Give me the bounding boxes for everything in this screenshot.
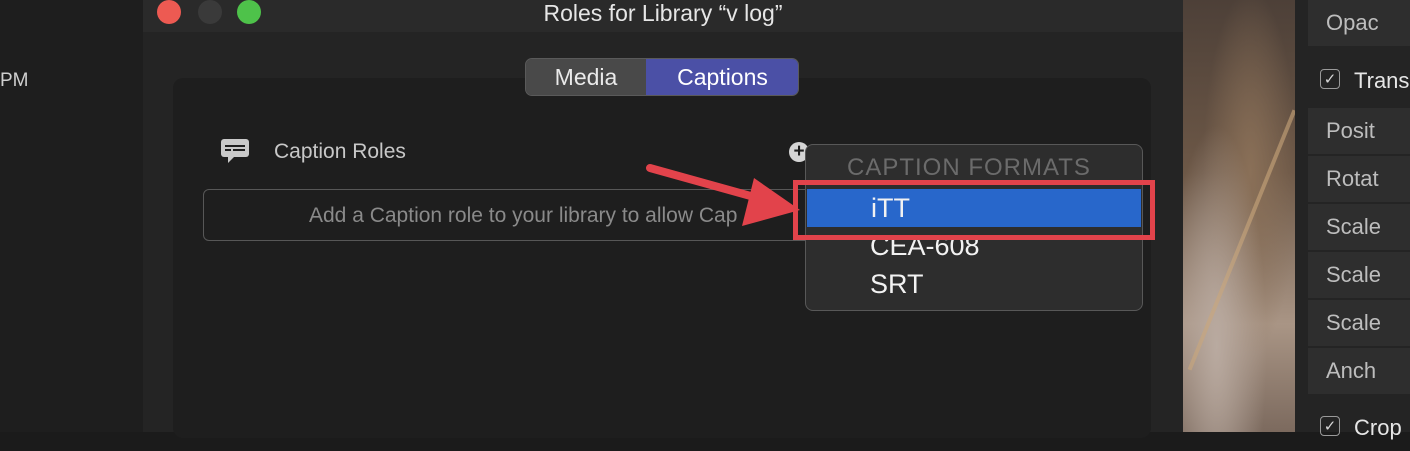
inspector-row-label: Scale — [1326, 262, 1382, 287]
tab-media[interactable]: Media — [526, 59, 646, 95]
tab-control: Media Captions — [525, 58, 799, 96]
inspector-row-label: Anch — [1326, 358, 1377, 383]
checkbox-icon[interactable]: ✓ — [1320, 69, 1340, 89]
window-title: Roles for Library “v log” — [543, 0, 783, 26]
inspector-row-label: Rotat — [1326, 166, 1379, 191]
left-panel: PM — [0, 0, 143, 432]
inspector-row-label: Opac — [1326, 10, 1379, 35]
time-fragment: PM — [0, 70, 29, 91]
tab-captions[interactable]: Captions — [646, 59, 798, 95]
inspector-row-opacity[interactable]: Opac — [1308, 0, 1410, 47]
inspector-section-label: Crop — [1354, 415, 1402, 440]
inspector-row-scale-all[interactable]: Scale — [1308, 204, 1410, 251]
caption-bubble-icon — [221, 139, 249, 163]
inspector-section-transform[interactable]: ✓ Trans — [1308, 58, 1410, 104]
inspector-panel: Opac ✓ Trans Posit Rotat Scale Scale Sca… — [1295, 0, 1410, 440]
menu-header: CAPTION FORMATS — [847, 154, 1091, 181]
inspector-row-label: Scale — [1326, 214, 1382, 239]
inspector-row-anchor[interactable]: Anch — [1308, 348, 1410, 395]
title-bar: Roles for Library “v log” — [143, 0, 1183, 32]
inspector-row-label: Scale — [1326, 310, 1382, 335]
inspector-row-rotation[interactable]: Rotat — [1308, 156, 1410, 203]
checkbox-icon[interactable]: ✓ — [1320, 416, 1340, 436]
annotation-highlight-box — [793, 180, 1155, 240]
inspector-row-position[interactable]: Posit — [1308, 108, 1410, 155]
annotation-arrow-icon — [646, 164, 800, 226]
video-preview-image — [1183, 0, 1295, 432]
menu-item-label: SRT — [870, 269, 924, 299]
inspector-row-scale-y[interactable]: Scale — [1308, 300, 1410, 347]
inspector-section-label: Trans — [1354, 68, 1410, 93]
inspector-row-label: Posit — [1326, 118, 1375, 143]
caption-roles-label: Caption Roles — [274, 140, 406, 163]
menu-item-srt[interactable]: SRT — [806, 265, 1142, 303]
inspector-row-scale-x[interactable]: Scale — [1308, 252, 1410, 299]
inspector-section-crop[interactable]: ✓ Crop — [1308, 405, 1410, 451]
